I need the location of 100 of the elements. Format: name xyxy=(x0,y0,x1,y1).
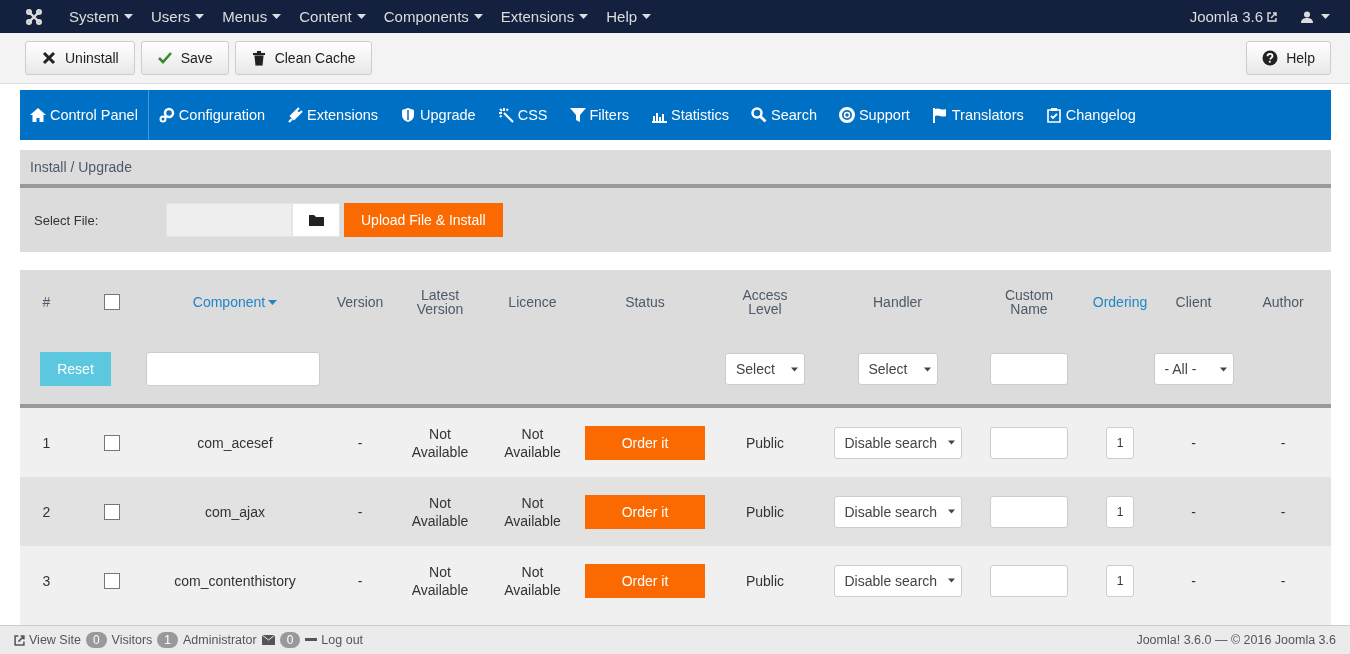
custom-name-field[interactable] xyxy=(990,564,1068,597)
toolbar-button[interactable]: Save xyxy=(140,41,229,75)
row-checkbox[interactable] xyxy=(103,572,120,589)
submenu-item[interactable]: Extensions xyxy=(277,90,391,140)
admins-label: Administrator xyxy=(183,633,257,647)
ordering-field[interactable]: 1 xyxy=(1106,564,1134,597)
handler-select[interactable]: Disable search xyxy=(833,495,962,528)
caret-icon xyxy=(473,14,483,19)
browse-button[interactable] xyxy=(292,203,340,237)
row-number: 1 xyxy=(42,434,51,451)
column-header: Author xyxy=(1262,295,1304,309)
sort-caret-icon xyxy=(268,299,278,305)
copyright-text: Joomla! 3.6.0 — © 2016 Joomla 3.6 xyxy=(1136,633,1336,647)
caret-icon xyxy=(642,14,652,19)
licence-cell-text: Not Available xyxy=(503,562,562,599)
ordering-field[interactable]: 1 xyxy=(1106,426,1134,459)
row-checkbox[interactable] xyxy=(103,503,120,520)
caret-icon xyxy=(1219,366,1227,372)
component-name: com_ajax xyxy=(205,503,265,520)
submenu-item[interactable]: Filters xyxy=(559,90,641,140)
submenu-item[interactable]: Control Panel xyxy=(20,90,149,140)
menu-item[interactable]: Components xyxy=(374,8,492,25)
menu-item[interactable]: Content xyxy=(290,8,375,25)
menu-item[interactable]: Menus xyxy=(213,8,291,25)
submenu-item[interactable]: Search xyxy=(741,90,829,140)
shield-icon xyxy=(400,107,417,123)
submenu-item[interactable]: Statistics xyxy=(641,90,741,140)
search-icon xyxy=(751,107,767,123)
caret-icon xyxy=(791,366,798,372)
site-link[interactable]: Joomla 3.6 xyxy=(1189,8,1277,25)
row-number: 2 xyxy=(42,503,51,520)
submenu-item[interactable]: CSS xyxy=(487,90,560,140)
toolbar-button[interactable]: Uninstall xyxy=(25,41,135,75)
minus-icon xyxy=(305,638,318,642)
filter-icon xyxy=(569,107,586,123)
client-cell: - xyxy=(1191,434,1196,451)
column-header: # xyxy=(42,295,51,309)
file-input-field[interactable] xyxy=(166,203,292,237)
access-level-select[interactable]: Select xyxy=(725,353,805,385)
custom-name-field[interactable] xyxy=(990,426,1068,459)
menu-item[interactable]: Help xyxy=(597,8,661,25)
version-cell: - xyxy=(357,572,363,589)
handler-select[interactable]: Disable search xyxy=(833,426,962,459)
mail-icon xyxy=(261,635,275,645)
custom-name-field[interactable] xyxy=(990,353,1068,385)
component-name: com_acesef xyxy=(197,434,273,451)
submenu-item[interactable]: Support xyxy=(828,90,922,140)
menu-item[interactable]: Users xyxy=(142,8,214,25)
handler-select[interactable]: Select xyxy=(857,353,938,385)
client-select[interactable]: - All - xyxy=(1153,353,1234,385)
access-level-cell: Public xyxy=(745,503,785,520)
panel-title: Install / Upgrade xyxy=(30,159,132,175)
version-cell: - xyxy=(357,503,363,520)
submenu-item[interactable]: Configuration xyxy=(148,90,278,140)
view-site-link[interactable]: View Site xyxy=(14,633,81,647)
caret-icon xyxy=(923,366,931,372)
help-button[interactable]: Help xyxy=(1246,41,1331,75)
row-checkbox[interactable] xyxy=(103,434,120,451)
external-link-icon xyxy=(1267,11,1277,22)
custom-name-field[interactable] xyxy=(990,495,1068,528)
latest-version-cell-text: Not Available xyxy=(410,424,470,461)
menu-item[interactable]: System xyxy=(60,8,142,25)
component-search-field[interactable] xyxy=(146,352,320,386)
close-icon xyxy=(41,50,57,66)
check-icon xyxy=(156,50,173,66)
toolbar-button[interactable]: Clean Cache xyxy=(234,41,372,75)
menu-item[interactable]: Extensions xyxy=(491,8,598,25)
submenu-item[interactable]: Changelog xyxy=(1035,90,1148,140)
licence-cell-text: Not Available xyxy=(503,424,562,461)
user-menu[interactable] xyxy=(1301,10,1330,23)
logout-link[interactable]: Log out xyxy=(305,633,364,647)
folder-icon xyxy=(308,214,324,226)
plug-icon xyxy=(287,107,304,123)
field-label: Select File: xyxy=(34,212,100,228)
column-header: Licence xyxy=(508,295,557,309)
column-header: Latest Version xyxy=(415,288,465,316)
component-name: com_contenthistory xyxy=(174,572,296,589)
client-cell: - xyxy=(1191,503,1196,520)
clipboard-check-icon xyxy=(1045,107,1062,123)
select-all-checkbox[interactable] xyxy=(103,294,120,310)
version-cell: - xyxy=(357,434,363,451)
caret-icon xyxy=(947,509,955,514)
caret-icon xyxy=(356,14,366,19)
ordering-field[interactable]: 1 xyxy=(1106,495,1134,528)
submenu-item[interactable]: Upgrade xyxy=(390,90,488,140)
author-cell: - xyxy=(1280,572,1286,589)
logo-icon[interactable] xyxy=(26,8,42,25)
visitors-label: Visitors xyxy=(111,633,153,647)
flag-icon xyxy=(931,107,948,123)
gears-icon xyxy=(158,107,175,123)
external-link-icon xyxy=(14,634,25,646)
visitors-count-badge: 0 xyxy=(85,632,107,648)
handler-select[interactable]: Disable search xyxy=(833,564,962,597)
column-header: Handler xyxy=(873,295,922,309)
submenu-item[interactable]: Translators xyxy=(921,90,1036,140)
client-cell: - xyxy=(1191,572,1196,589)
caret-icon xyxy=(579,14,589,19)
column-header: Status xyxy=(625,295,665,309)
caret-icon xyxy=(195,14,205,19)
latest-version-cell-text: Not Available xyxy=(410,562,470,599)
